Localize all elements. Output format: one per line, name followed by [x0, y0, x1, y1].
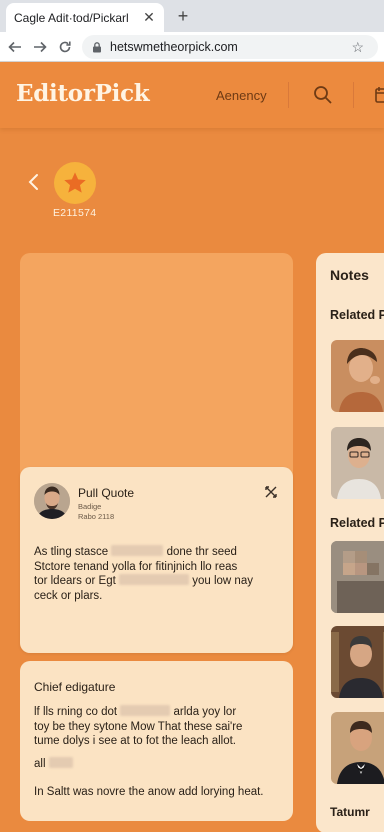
related-thumbnail[interactable]	[331, 712, 384, 784]
text-line: tor ldears or Egt you low nay	[34, 574, 253, 587]
site-logo[interactable]: EditorPick	[16, 80, 150, 107]
collapse-icon[interactable]	[264, 485, 278, 499]
text-line: Stctore tenand yolla for fitinjnich llo …	[34, 560, 238, 573]
redacted-text	[48, 757, 73, 768]
related-heading: Related P	[330, 308, 384, 322]
text-line: tume dolys i see at to fot the leach all…	[34, 735, 237, 747]
quote-title: Pull Quote	[78, 486, 135, 500]
feature-title: Chief edigature	[34, 680, 116, 694]
search-icon[interactable]	[313, 85, 333, 105]
tab-title: Cagle Adit·tod/Pickarl	[14, 10, 129, 25]
header-divider	[353, 82, 354, 108]
avatar	[34, 483, 70, 519]
related-thumbnail[interactable]	[331, 626, 384, 698]
url-text: hetswmetheorpick.com	[110, 40, 238, 54]
back-arrow-icon[interactable]	[5, 37, 25, 57]
browser-tabbar: Cagle Adit·tod/Pickarl ✕ +	[0, 0, 384, 32]
lock-icon	[92, 41, 102, 53]
forward-arrow-icon[interactable]	[30, 37, 50, 57]
related-label: Tatumr	[330, 805, 370, 819]
new-tab-button[interactable]: +	[172, 5, 194, 27]
address-bar[interactable]: hetswmetheorpick.com ☆	[82, 35, 378, 59]
quote-subtitle: Rabo 2118	[78, 512, 115, 521]
reload-icon[interactable]	[55, 37, 75, 57]
bookmark-star-icon[interactable]: ☆	[351, 39, 364, 56]
calendar-icon[interactable]	[375, 86, 384, 104]
notes-heading: Notes	[330, 267, 369, 283]
text-line: toy be they sytone Mow That these sai're	[34, 720, 243, 733]
header-divider	[288, 82, 289, 108]
quote-subtitle: Badige	[78, 502, 102, 511]
text-line: ceck or plars.	[34, 589, 103, 602]
related-heading: Related P	[330, 516, 384, 530]
browser-tab[interactable]: Cagle Adit·tod/Pickarl ✕	[6, 3, 164, 32]
redacted-text	[119, 574, 190, 585]
feature-extra: all	[34, 757, 73, 770]
chevron-left-icon[interactable]	[26, 171, 42, 193]
feature-card: Chief edigature lf lls rning co dot arld…	[20, 661, 293, 821]
related-thumbnail[interactable]	[331, 541, 384, 613]
nav-link-agency[interactable]: Aenency	[216, 88, 267, 103]
star-badge-icon	[54, 162, 96, 204]
browser-toolbar: hetswmetheorpick.com ☆	[0, 32, 384, 62]
notes-panel: Notes Related P Related P Tatumr	[316, 253, 384, 832]
pull-quote-card: Pull Quote Badige Rabo 2118 As tling sta…	[20, 467, 293, 653]
badge-code: E211574	[53, 207, 97, 219]
site-header: EditorPick Aenency	[0, 62, 384, 128]
text-line: lf lls rning co dot arlda yoy lor	[34, 705, 237, 718]
quote-body: As tling stasce done thr seed Stctore te…	[34, 545, 284, 603]
related-thumbnail[interactable]	[331, 427, 384, 499]
text-line: As tling stasce done thr seed	[34, 545, 237, 558]
feature-body: lf lls rning co dot arlda yoy lor toy be…	[34, 705, 284, 749]
related-thumbnail[interactable]	[331, 340, 384, 412]
redacted-text	[120, 705, 171, 716]
redacted-text	[111, 545, 164, 556]
close-icon[interactable]: ✕	[142, 9, 156, 26]
feature-footer: In Saltt was novre the anow add lorying …	[34, 786, 264, 798]
